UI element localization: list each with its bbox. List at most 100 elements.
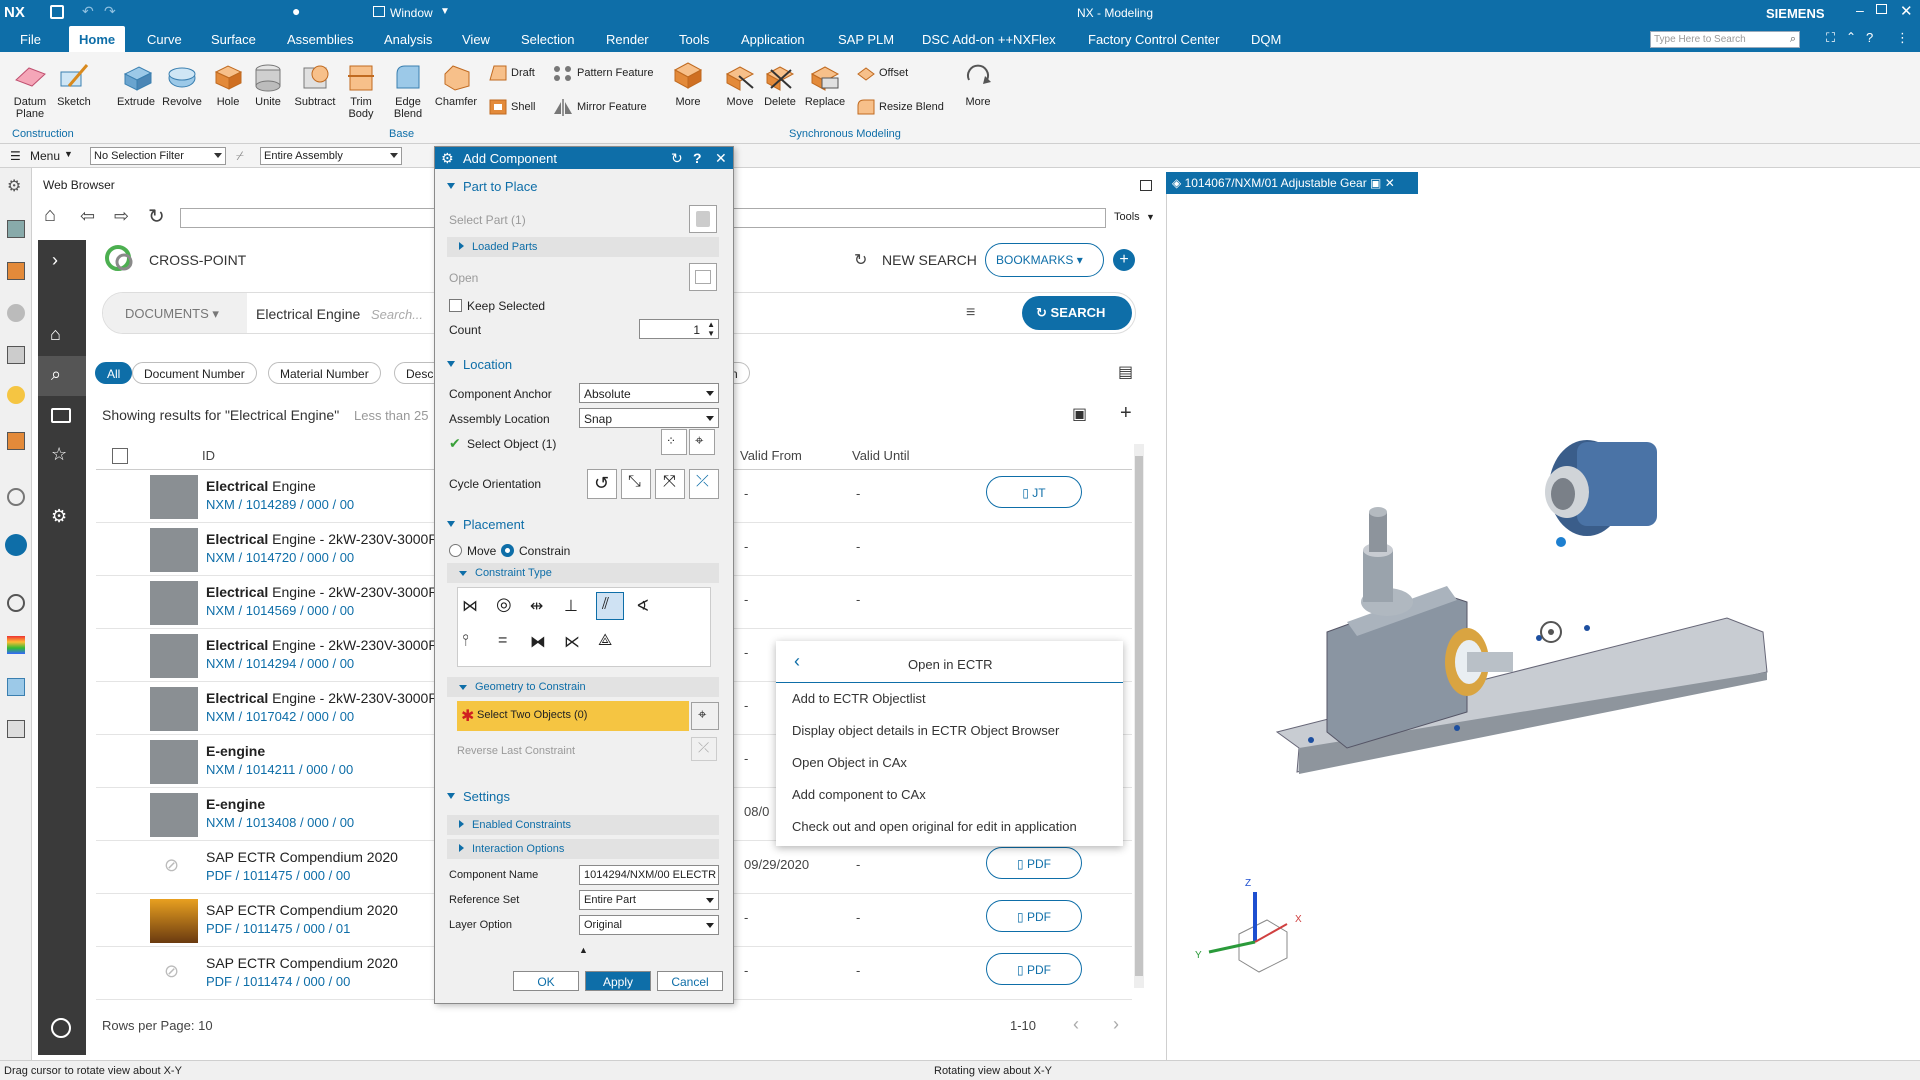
menu-assemblies[interactable]: Assemblies (287, 32, 353, 47)
selection-filter-dropdown[interactable]: No Selection Filter (90, 147, 226, 165)
nav-star-icon[interactable]: ☆ (51, 444, 67, 465)
angle-icon[interactable]: ⟁ (598, 632, 612, 650)
hole-button[interactable]: Hole (210, 62, 246, 108)
menu-surface[interactable]: Surface (211, 32, 256, 47)
flip-orientation-button[interactable]: ⤫ (689, 469, 719, 499)
subtract-button[interactable]: Subtract (292, 62, 338, 108)
assembly-navigator-icon[interactable] (7, 262, 25, 280)
fullscreen-icon[interactable]: ⛶ (1826, 30, 1835, 46)
scrollbar-thumb[interactable] (1135, 456, 1143, 976)
close-icon[interactable]: ✕ (1900, 2, 1913, 20)
filter-icon[interactable]: ≡ (966, 304, 975, 322)
constrain-radio[interactable] (501, 544, 514, 557)
ribbon-options-icon[interactable]: ⋮ (1896, 30, 1909, 46)
component-name-input[interactable]: 1014294/NXM/00 ELECTR (579, 865, 719, 885)
search-icon[interactable]: ⌕ (1790, 33, 1796, 46)
constraint-type-toggle[interactable]: Constraint Type (447, 563, 719, 583)
menu-dqm[interactable]: DQM (1251, 32, 1281, 47)
tools-dropdown-icon[interactable]: ▼ (1146, 212, 1155, 222)
redo-icon[interactable]: ↷ (104, 3, 116, 20)
sync-more-button[interactable]: More (960, 58, 996, 108)
web-browser-icon[interactable] (5, 534, 27, 556)
prev-page-icon[interactable]: ‹ (1073, 1014, 1079, 1035)
row-name[interactable]: SAP ECTR Compendium 2020 (206, 955, 398, 971)
ok-button[interactable]: OK (513, 971, 579, 991)
reference-set-dropdown[interactable]: Entire Part (579, 890, 719, 910)
tools-menu[interactable]: Tools (1114, 211, 1140, 223)
row-number[interactable]: PDF / 1011475 / 000 / 01 (206, 921, 350, 936)
offset-region-button[interactable]: Offset (856, 64, 908, 82)
info-icon[interactable] (7, 488, 25, 506)
row-name[interactable]: E-engine (206, 796, 265, 812)
graphics-window[interactable]: Z Y X (1166, 172, 1920, 1060)
row-number[interactable]: PDF / 1011474 / 000 / 00 (206, 974, 350, 989)
maximize-panel-icon[interactable] (1140, 180, 1152, 191)
open-file-button[interactable]: ▯ PDF (986, 953, 1082, 985)
section-placement[interactable]: Placement (447, 517, 524, 532)
menu-view[interactable]: View (462, 32, 490, 47)
unite-button[interactable]: Unite (250, 62, 286, 108)
bookmarks-button[interactable]: BOOKMARKS ▾ (985, 243, 1104, 277)
geometry-csys-button[interactable]: ⌖ (691, 702, 719, 730)
clock-icon[interactable] (7, 594, 25, 612)
refresh-icon[interactable]: ↻ (148, 204, 165, 229)
open-file-button[interactable]: ▯ PDF (986, 900, 1082, 932)
help-icon[interactable]: ? (1866, 30, 1873, 45)
row-number[interactable]: PDF / 1011475 / 000 / 00 (206, 868, 350, 883)
align-lock-icon[interactable]: ⫯ (462, 632, 469, 650)
col-valid-until[interactable]: Valid Until (852, 448, 910, 463)
restore-icon[interactable] (1876, 4, 1887, 14)
dialog-reset-icon[interactable]: ↻ (671, 150, 683, 167)
row-name[interactable]: Electrical Engine - 2kW-230V-3000R (206, 690, 438, 706)
row-number[interactable]: NXM / 1014720 / 000 / 00 (206, 550, 354, 565)
dialog-close-icon[interactable]: ✕ (715, 150, 727, 167)
filter-reset-icon[interactable]: ⌿ (236, 148, 244, 164)
row-number[interactable]: NXM / 1014211 / 000 / 00 (206, 762, 353, 777)
row-name[interactable]: SAP ECTR Compendium 2020 (206, 849, 398, 865)
tab-lock-icon[interactable]: ▣ (1370, 176, 1381, 190)
count-stepper[interactable]: 1 ▲ ▼ (639, 319, 719, 339)
category-dropdown[interactable]: DOCUMENTS ▾ (103, 293, 247, 333)
keep-selected-checkbox[interactable] (449, 299, 462, 312)
search-query[interactable]: Electrical Engine (256, 306, 360, 322)
col-id[interactable]: ID (202, 448, 215, 463)
save-icon[interactable] (50, 5, 64, 19)
bond-icon[interactable]: ⧓ (530, 632, 546, 652)
add-icon[interactable]: + (1113, 249, 1135, 271)
open-part-button[interactable] (689, 263, 717, 291)
menu-curve[interactable]: Curve (147, 32, 182, 47)
reuse-library-icon[interactable] (7, 346, 25, 364)
select-all-checkbox[interactable] (112, 448, 128, 464)
row-number[interactable]: NXM / 1013408 / 000 / 00 (206, 815, 354, 830)
row-name[interactable]: Electrical Engine (206, 478, 316, 494)
base-more-button[interactable]: More (670, 58, 706, 108)
trim-body-button[interactable]: Trim Body (344, 62, 378, 120)
delete-face-button[interactable]: Delete (760, 62, 800, 108)
menu-file[interactable]: File (20, 32, 41, 47)
window-dropdown-icon[interactable]: ▼ (440, 6, 450, 17)
select-two-objects-row[interactable]: ✱ Select Two Objects (0) (457, 701, 689, 731)
new-search-icon[interactable]: ↻ (854, 250, 867, 270)
context-back-icon[interactable]: ‹ (794, 651, 800, 672)
menu-analysis[interactable]: Analysis (384, 32, 432, 47)
dialog-title-bar[interactable]: ⚙ Add Component ↻ ? ✕ (435, 147, 733, 169)
add-row-icon[interactable]: + (1120, 402, 1132, 425)
nav-settings-icon[interactable]: ⚙ (51, 506, 67, 527)
tab-close-icon[interactable]: ✕ (1385, 176, 1395, 190)
ctx-check-out[interactable]: Check out and open original for edit in … (792, 819, 1077, 834)
ectr-icon[interactable] (7, 678, 25, 696)
model-view[interactable] (1167, 172, 1919, 1058)
row-name[interactable]: Electrical Engine - 2kW-230V-3000R (206, 637, 438, 653)
command-search-input[interactable]: Type Here to Search ⌕ (1650, 31, 1800, 48)
new-search-button[interactable]: NEW SEARCH (882, 252, 977, 268)
nav-search-icon[interactable]: ⌕ (51, 364, 61, 385)
shell-button[interactable]: Shell (488, 98, 535, 116)
fit-icon[interactable]: = (498, 632, 507, 650)
move-radio[interactable] (449, 544, 462, 557)
reset-orientation-button[interactable]: ↺ (587, 469, 617, 499)
perpendicular-icon[interactable]: ∢ (636, 596, 649, 616)
row-name[interactable]: E-engine (206, 743, 265, 759)
mirror-feature-button[interactable]: Mirror Feature (552, 98, 647, 116)
loaded-parts-toggle[interactable]: Loaded Parts (447, 237, 719, 257)
draft-button[interactable]: Draft (488, 64, 535, 82)
